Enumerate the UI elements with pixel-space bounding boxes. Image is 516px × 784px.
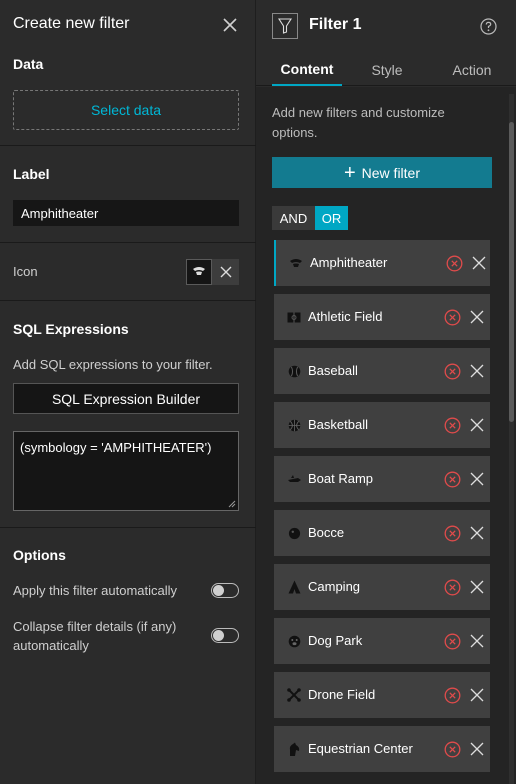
close-icon[interactable] (469, 363, 485, 379)
divider (0, 527, 256, 528)
or-button[interactable]: OR (315, 206, 348, 230)
create-filter-panel: Create new filter Data Select data Label… (0, 0, 256, 784)
filter-item-label: Boat Ramp (308, 471, 374, 486)
filter-item[interactable]: Drone Field (274, 672, 490, 718)
filter-item[interactable]: Bocce (274, 510, 490, 556)
remove-icon[interactable] (446, 255, 463, 272)
collapse-details-label: Collapse filter details (if any) automat… (13, 619, 177, 653)
close-icon[interactable] (469, 687, 485, 703)
filter-header: Filter 1 (256, 0, 516, 52)
close-icon[interactable] (469, 417, 485, 433)
filter-item-label: Equestrian Center (308, 741, 413, 756)
divider (0, 242, 256, 243)
filter-widget-icon-box (272, 13, 298, 39)
and-button[interactable]: AND (272, 206, 315, 230)
icon-picker-button[interactable] (186, 259, 212, 285)
remove-icon[interactable] (444, 741, 461, 758)
baseball-icon (286, 363, 302, 379)
remove-icon[interactable] (444, 525, 461, 542)
filter-settings-panel: Filter 1 Content Style Action Add new fi… (256, 0, 516, 784)
filter-item-label: Bocce (308, 525, 345, 540)
plus-icon: + (343, 161, 356, 184)
remove-icon[interactable] (444, 471, 461, 488)
remove-icon[interactable] (444, 363, 461, 380)
filter-item-label: Dog Park (308, 633, 363, 648)
tab-content[interactable]: Content (272, 54, 342, 86)
label-input[interactable]: Amphitheater (13, 200, 239, 226)
remove-icon[interactable] (444, 309, 461, 326)
tab-style[interactable]: Style (352, 54, 422, 86)
new-filter-label: New filter (361, 164, 421, 181)
filter-title: Filter 1 (309, 16, 362, 33)
filter-item-label: Athletic Field (308, 309, 383, 324)
basketball-icon (286, 417, 302, 433)
data-section-title: Data (13, 56, 44, 72)
apply-auto-toggle[interactable] (211, 583, 239, 598)
sql-description: Add SQL expressions to your filter. (13, 357, 213, 372)
filter-item-label: Baseball (308, 363, 358, 378)
amphitheater-icon (193, 267, 205, 275)
close-icon[interactable] (469, 741, 485, 757)
filter-item[interactable]: Baseball (274, 348, 490, 394)
options-section-title: Options (13, 547, 66, 563)
panel-title: Create new filter (13, 15, 130, 32)
filter-item-label: Amphitheater (310, 255, 388, 270)
boat-ramp-icon (286, 471, 302, 487)
close-icon (220, 266, 231, 278)
tab-action[interactable]: Action (436, 54, 508, 86)
scrollbar-thumb[interactable] (509, 122, 514, 422)
sql-expression-builder-button[interactable]: SQL Expression Builder (13, 383, 239, 414)
filter-item-label: Drone Field (308, 687, 376, 702)
amphitheater-icon (288, 255, 304, 271)
sql-expression-textarea[interactable]: (symbology = 'AMPHITHEATER') (13, 431, 239, 511)
filter-item-label: Camping (308, 579, 361, 594)
filter-item[interactable]: Athletic Field (274, 294, 490, 340)
filter-item[interactable]: Boat Ramp (274, 456, 490, 502)
sql-section-title: SQL Expressions (13, 321, 129, 337)
apply-auto-label: Apply this filter automatically (13, 583, 178, 598)
remove-icon[interactable] (444, 579, 461, 596)
close-icon[interactable] (469, 633, 485, 649)
filter-item-list: Amphitheater Athletic Field Baseball Bas… (274, 240, 490, 780)
filter-item[interactable]: Amphitheater (274, 240, 490, 286)
collapse-details-toggle[interactable] (211, 628, 239, 643)
divider (0, 145, 256, 146)
bocce-icon (286, 525, 302, 541)
dog-park-icon (286, 633, 302, 649)
filter-item[interactable]: Basketball (274, 402, 490, 448)
scrollbar[interactable] (509, 94, 514, 784)
select-data-button[interactable]: Select data (13, 90, 239, 130)
close-icon[interactable] (469, 525, 485, 541)
close-icon[interactable] (469, 579, 485, 595)
camping-icon (286, 579, 302, 595)
sql-expression-text: (symbology = 'AMPHITHEATER') (20, 440, 212, 455)
athletic-field-icon (286, 309, 302, 325)
close-icon[interactable] (469, 471, 485, 487)
remove-icon[interactable] (444, 417, 461, 434)
resize-handle-icon[interactable] (228, 500, 236, 508)
filter-item[interactable]: Dog Park (274, 618, 490, 664)
funnel-icon (278, 18, 292, 34)
close-icon[interactable] (471, 255, 487, 271)
help-icon[interactable] (480, 18, 497, 35)
panel-header: Create new filter (0, 0, 256, 48)
filter-item-label: Basketball (308, 417, 368, 432)
filter-item[interactable]: Camping (274, 564, 490, 610)
filter-item[interactable]: Equestrian Center (274, 726, 490, 772)
remove-icon[interactable] (444, 633, 461, 650)
close-icon[interactable] (219, 14, 241, 36)
content-description: Add new filters and customize options. (272, 105, 445, 140)
clear-icon-button[interactable] (212, 259, 239, 285)
new-filter-button[interactable]: + New filter (272, 157, 492, 188)
tab-bar: Content Style Action (256, 54, 516, 86)
icon-label: Icon (13, 264, 38, 279)
close-icon[interactable] (469, 309, 485, 325)
remove-icon[interactable] (444, 687, 461, 704)
label-section-title: Label (13, 166, 50, 182)
drone-field-icon (286, 687, 302, 703)
equestrian-center-icon (286, 741, 302, 757)
divider (0, 300, 256, 301)
